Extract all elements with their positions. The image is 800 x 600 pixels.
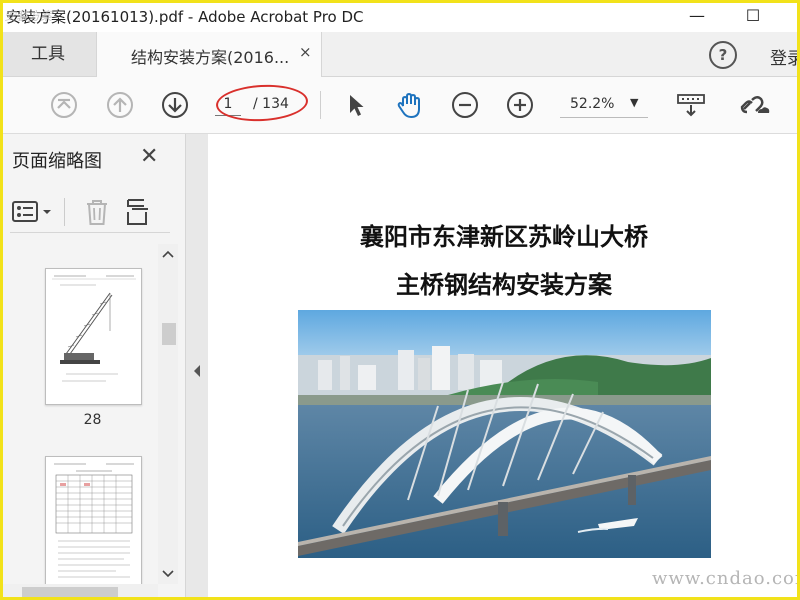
title-bar: 安装方案(20161013).pdf - Adobe Acrobat Pro D… [0,0,800,32]
select-arrow-icon[interactable] [342,91,370,119]
thumbnail-page-29[interactable] [45,456,142,584]
tab-document-label: 结构安装方案(2016... [131,48,290,67]
next-page-icon[interactable] [161,91,189,119]
help-button[interactable]: ? [709,41,737,69]
toolbar-divider [320,91,321,119]
collapse-left-icon[interactable] [192,364,202,378]
sidebar-title: 页面缩略图 [12,151,102,172]
login-button[interactable]: 登录 [770,44,800,69]
thumbnail-label: 28 [83,412,102,428]
window-title: 安装方案(20161013).pdf - Adobe Acrobat Pro D… [6,8,364,26]
hand-tool-icon[interactable] [395,91,423,119]
crane-drawing-image [52,275,136,382]
zoom-out-icon[interactable] [451,91,479,119]
close-icon[interactable]: ✕ [140,144,158,169]
zoom-dropdown[interactable]: 52.2% ▼ [560,93,648,118]
tab-tools[interactable]: 工具 [0,32,96,76]
thumbnail-options-icon[interactable] [12,200,54,224]
toolbar: / 134 52.2% ▼ [0,77,800,134]
zoom-value: 52.2% [570,96,615,112]
chevron-down-icon: ▼ [630,96,639,109]
thumbnail-sidebar: 页面缩略图 ✕ 28 [0,134,186,600]
sidebar-divider [64,198,65,226]
zoom-in-icon[interactable] [506,91,534,119]
tab-document[interactable]: 结构安装方案(2016... × [96,32,322,77]
thumbnail-list: 28 [0,244,158,584]
tab-bar: 工具 结构安装方案(2016... × ? 登录 [0,32,800,77]
previous-page-icon[interactable] [106,91,134,119]
scroll-down-icon[interactable] [162,570,174,578]
first-page-icon[interactable] [50,91,78,119]
sidebar-tools [10,192,170,233]
share-link-icon[interactable] [738,91,770,119]
horizontal-scroll-thumb[interactable] [22,587,118,597]
scroll-mode-icon[interactable] [676,91,706,119]
document-title-line2: 主桥钢结构安装方案 [396,270,612,299]
bridge-photo [298,310,711,558]
insert-page-icon[interactable] [124,196,154,228]
corner-watermark: 安装方案 [4,9,53,23]
thumbnail-page-28[interactable] [45,268,142,405]
tab-close-button[interactable]: × [299,43,312,61]
scroll-up-icon[interactable] [162,250,174,258]
minimize-button[interactable]: — [674,2,720,30]
maximize-button[interactable]: ☐ [730,2,776,30]
site-watermark: www.cndao.com [652,568,800,589]
vertical-scroll-thumb[interactable] [162,323,176,345]
thumbnail-vertical-scrollbar[interactable] [158,244,178,584]
table-drawing-image [54,463,134,578]
document-title-line1: 襄阳市东津新区苏岭山大桥 [360,222,648,251]
document-view[interactable]: 襄阳市东津新区苏岭山大桥 主桥钢结构安装方案 [208,134,800,600]
trash-icon[interactable] [84,198,110,226]
